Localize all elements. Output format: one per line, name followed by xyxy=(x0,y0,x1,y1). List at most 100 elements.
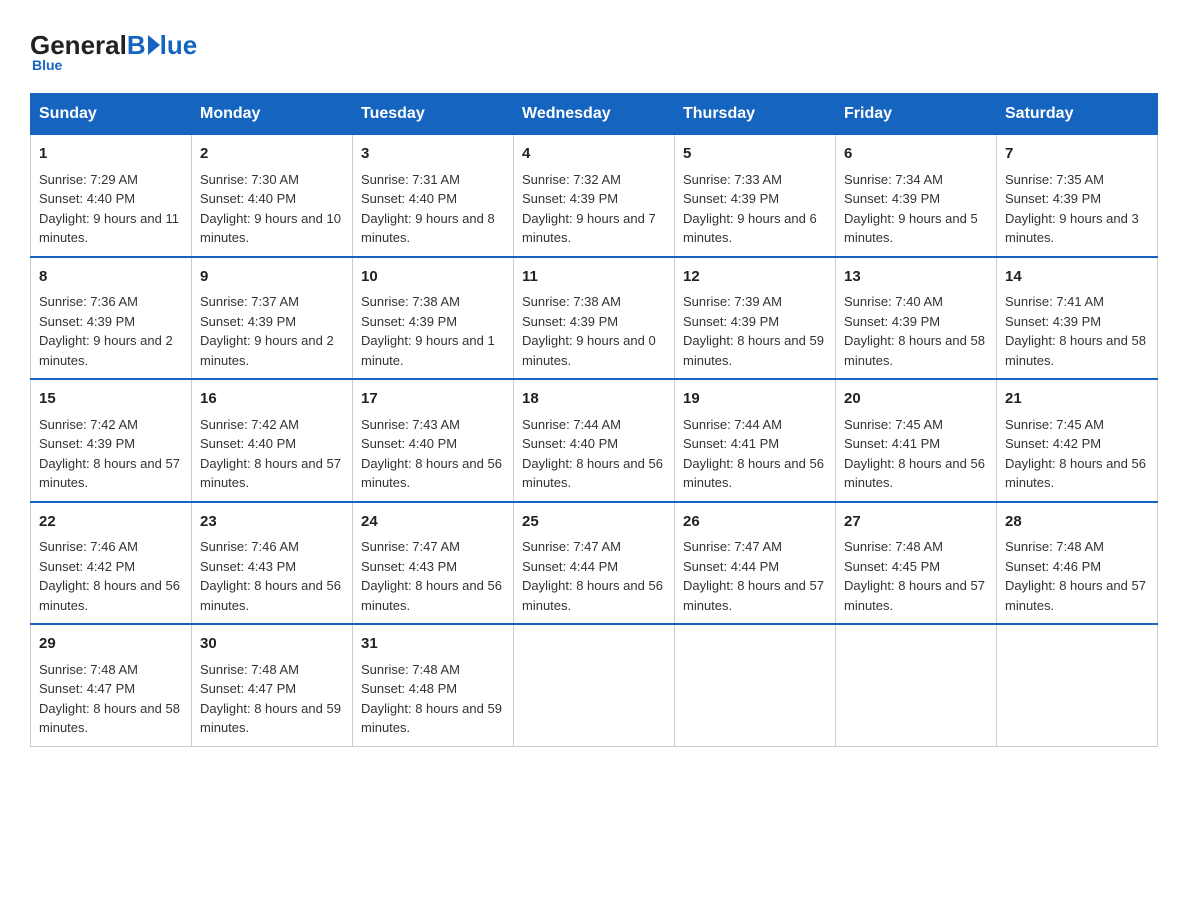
daylight-info: Daylight: 8 hours and 56 minutes. xyxy=(844,454,988,493)
calendar-cell: 10Sunrise: 7:38 AMSunset: 4:39 PMDayligh… xyxy=(353,257,514,380)
calendar-cell: 14 Sunrise: 7:41 AMSunset: 4:39 PMDayligh… xyxy=(997,257,1158,380)
sunrise-info: Sunrise: 7:36 AM xyxy=(39,292,183,312)
day-number: 4 xyxy=(522,143,666,166)
logo-b-letter: B xyxy=(127,30,146,61)
calendar-cell: 2Sunrise: 7:30 AMSunset: 4:40 PMDaylight… xyxy=(192,134,353,257)
day-number: 30 xyxy=(200,633,344,656)
daylight-info: Daylight: 8 hours and 57 minutes. xyxy=(200,454,344,493)
sunrise-info: Sunrise: 7:37 AM xyxy=(200,292,344,312)
sunset-info: Sunset: 4:40 PM xyxy=(39,189,183,209)
sunset-info: Sunset: 4:40 PM xyxy=(361,434,505,454)
daylight-info: Daylight: 8 hours and 57 minutes. xyxy=(683,576,827,615)
day-number: 16 xyxy=(200,388,344,411)
daylight-info: Daylight: 8 hours and 58 minutes. xyxy=(1005,331,1149,370)
calendar-cell: 25Sunrise: 7:47 AMSunset: 4:44 PMDayligh… xyxy=(514,502,675,625)
sunrise-info: Sunrise: 7:32 AM xyxy=(522,170,666,190)
sunrise-info: Sunrise: 7:48 AM xyxy=(361,660,505,680)
daylight-info: Daylight: 8 hours and 59 minutes. xyxy=(361,699,505,738)
sunrise-info: Sunrise: 7:46 AM xyxy=(39,537,183,557)
sunset-info: Sunset: 4:48 PM xyxy=(361,679,505,699)
day-number: 18 xyxy=(522,388,666,411)
sunset-info: Sunset: 4:39 PM xyxy=(844,312,988,332)
day-number: 19 xyxy=(683,388,827,411)
sunrise-info: Sunrise: 7:41 AM xyxy=(1005,292,1149,312)
col-header-monday: Monday xyxy=(192,94,353,134)
sunset-info: Sunset: 4:47 PM xyxy=(200,679,344,699)
sunset-info: Sunset: 4:39 PM xyxy=(1005,312,1149,332)
calendar-cell xyxy=(997,624,1158,746)
sunset-info: Sunset: 4:40 PM xyxy=(522,434,666,454)
sunset-info: Sunset: 4:39 PM xyxy=(39,434,183,454)
sunset-info: Sunset: 4:39 PM xyxy=(361,312,505,332)
sunrise-info: Sunrise: 7:48 AM xyxy=(200,660,344,680)
daylight-info: Daylight: 9 hours and 3 minutes. xyxy=(1005,209,1149,248)
calendar-cell: 21 Sunrise: 7:45 AMSunset: 4:42 PMDayligh… xyxy=(997,379,1158,502)
sunrise-info: Sunrise: 7:31 AM xyxy=(361,170,505,190)
sunrise-info: Sunrise: 7:33 AM xyxy=(683,170,827,190)
daylight-info: Daylight: 9 hours and 7 minutes. xyxy=(522,209,666,248)
sunrise-info: Sunrise: 7:47 AM xyxy=(683,537,827,557)
calendar-cell: 8Sunrise: 7:36 AMSunset: 4:39 PMDaylight… xyxy=(31,257,192,380)
sunrise-info: Sunrise: 7:48 AM xyxy=(39,660,183,680)
sunrise-info: Sunrise: 7:29 AM xyxy=(39,170,183,190)
calendar-cell: 4 Sunrise: 7:32 AMSunset: 4:39 PMDaylight… xyxy=(514,134,675,257)
logo-arrow-icon xyxy=(148,35,160,55)
col-header-tuesday: Tuesday xyxy=(353,94,514,134)
daylight-info: Daylight: 8 hours and 56 minutes. xyxy=(522,454,666,493)
daylight-info: Daylight: 8 hours and 57 minutes. xyxy=(1005,576,1149,615)
daylight-info: Daylight: 8 hours and 58 minutes. xyxy=(844,331,988,370)
calendar-cell: 7Sunrise: 7:35 AMSunset: 4:39 PMDaylight… xyxy=(997,134,1158,257)
calendar-cell: 1Sunrise: 7:29 AMSunset: 4:40 PMDaylight… xyxy=(31,134,192,257)
calendar-cell: 5Sunrise: 7:33 AMSunset: 4:39 PMDaylight… xyxy=(675,134,836,257)
sunrise-info: Sunrise: 7:47 AM xyxy=(361,537,505,557)
day-number: 21 xyxy=(1005,388,1149,411)
daylight-info: Daylight: 9 hours and 2 minutes. xyxy=(200,331,344,370)
sunset-info: Sunset: 4:39 PM xyxy=(683,312,827,332)
sunset-info: Sunset: 4:47 PM xyxy=(39,679,183,699)
calendar-cell: 9Sunrise: 7:37 AMSunset: 4:39 PMDaylight… xyxy=(192,257,353,380)
day-number: 13 xyxy=(844,266,988,289)
day-number: 24 xyxy=(361,511,505,534)
sunrise-info: Sunrise: 7:46 AM xyxy=(200,537,344,557)
sunset-info: Sunset: 4:40 PM xyxy=(200,189,344,209)
daylight-info: Daylight: 8 hours and 56 minutes. xyxy=(683,454,827,493)
daylight-info: Daylight: 9 hours and 8 minutes. xyxy=(361,209,505,248)
calendar-cell: 30Sunrise: 7:48 AMSunset: 4:47 PMDayligh… xyxy=(192,624,353,746)
calendar-cell: 16Sunrise: 7:42 AMSunset: 4:40 PMDayligh… xyxy=(192,379,353,502)
calendar-table: SundayMondayTuesdayWednesdayThursdayFrid… xyxy=(30,93,1158,747)
daylight-info: Daylight: 8 hours and 59 minutes. xyxy=(683,331,827,370)
logo-underline-text: Blue xyxy=(32,57,62,73)
col-header-friday: Friday xyxy=(836,94,997,134)
sunrise-info: Sunrise: 7:35 AM xyxy=(1005,170,1149,190)
calendar-week-row: 29Sunrise: 7:48 AMSunset: 4:47 PMDayligh… xyxy=(31,624,1158,746)
daylight-info: Daylight: 8 hours and 56 minutes. xyxy=(361,454,505,493)
day-number: 31 xyxy=(361,633,505,656)
sunset-info: Sunset: 4:45 PM xyxy=(844,557,988,577)
logo-blue-section: B lue xyxy=(127,30,197,61)
sunset-info: Sunset: 4:39 PM xyxy=(200,312,344,332)
sunrise-info: Sunrise: 7:42 AM xyxy=(39,415,183,435)
sunrise-info: Sunrise: 7:42 AM xyxy=(200,415,344,435)
day-number: 26 xyxy=(683,511,827,534)
day-number: 25 xyxy=(522,511,666,534)
sunset-info: Sunset: 4:39 PM xyxy=(522,189,666,209)
page-header: General B lue Blue xyxy=(30,20,1158,73)
daylight-info: Daylight: 8 hours and 56 minutes. xyxy=(522,576,666,615)
daylight-info: Daylight: 8 hours and 57 minutes. xyxy=(844,576,988,615)
calendar-header-row: SundayMondayTuesdayWednesdayThursdayFrid… xyxy=(31,94,1158,134)
calendar-cell: 3Sunrise: 7:31 AMSunset: 4:40 PMDaylight… xyxy=(353,134,514,257)
sunset-info: Sunset: 4:42 PM xyxy=(1005,434,1149,454)
sunset-info: Sunset: 4:41 PM xyxy=(844,434,988,454)
sunrise-info: Sunrise: 7:47 AM xyxy=(522,537,666,557)
day-number: 12 xyxy=(683,266,827,289)
sunset-info: Sunset: 4:43 PM xyxy=(200,557,344,577)
calendar-cell xyxy=(514,624,675,746)
day-number: 7 xyxy=(1005,143,1149,166)
sunrise-info: Sunrise: 7:45 AM xyxy=(1005,415,1149,435)
day-number: 14 xyxy=(1005,266,1149,289)
daylight-info: Daylight: 8 hours and 57 minutes. xyxy=(39,454,183,493)
calendar-week-row: 15Sunrise: 7:42 AMSunset: 4:39 PMDayligh… xyxy=(31,379,1158,502)
sunset-info: Sunset: 4:41 PM xyxy=(683,434,827,454)
daylight-info: Daylight: 8 hours and 56 minutes. xyxy=(1005,454,1149,493)
sunrise-info: Sunrise: 7:44 AM xyxy=(522,415,666,435)
